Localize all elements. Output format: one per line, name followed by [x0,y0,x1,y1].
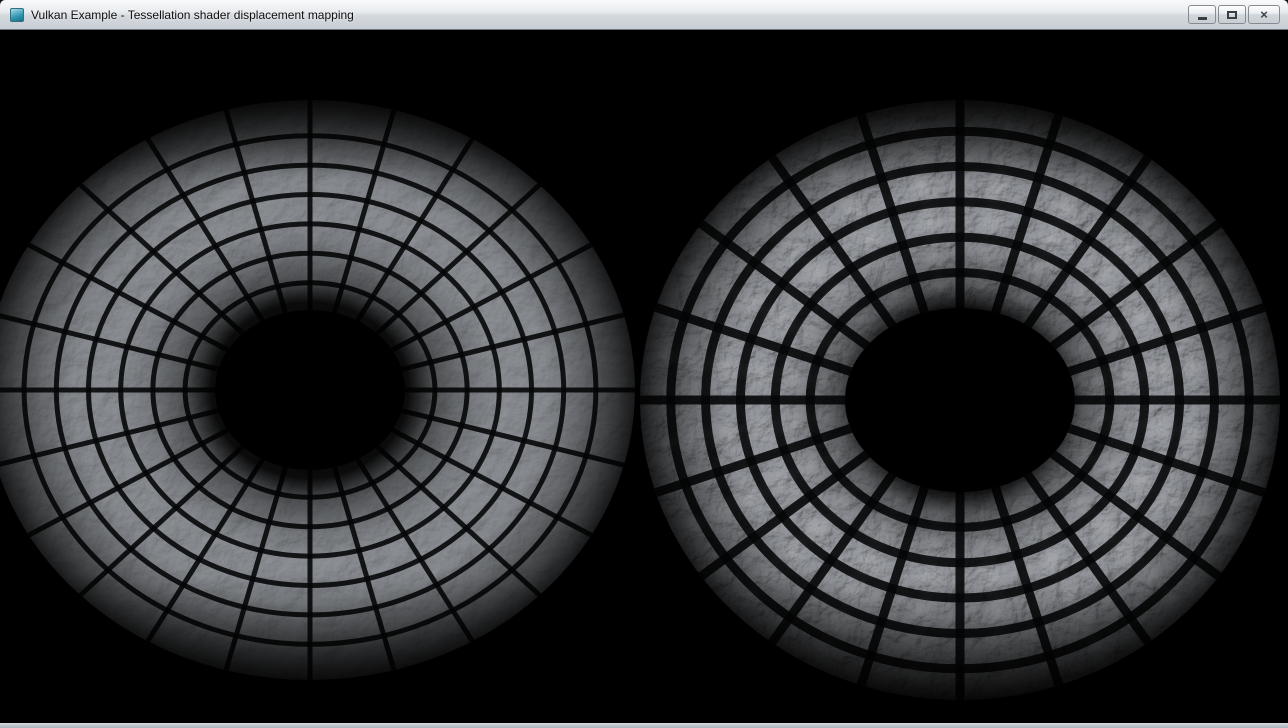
app-icon [10,8,24,22]
window-frame-bottom [0,723,1288,728]
window-title: Vulkan Example - Tessellation shader dis… [31,8,354,22]
close-icon: × [1260,8,1268,21]
window-titlebar[interactable]: Vulkan Example - Tessellation shader dis… [0,0,1288,30]
vulkan-render-scene [0,30,1288,723]
close-button[interactable]: × [1248,5,1280,24]
render-viewport[interactable] [0,30,1288,723]
window-controls: × [1188,5,1280,24]
maximize-button[interactable] [1218,5,1246,24]
app-window: Vulkan Example - Tessellation shader dis… [0,0,1288,728]
minimize-button[interactable] [1188,5,1216,24]
maximize-icon [1227,11,1237,19]
minimize-icon [1198,17,1207,20]
